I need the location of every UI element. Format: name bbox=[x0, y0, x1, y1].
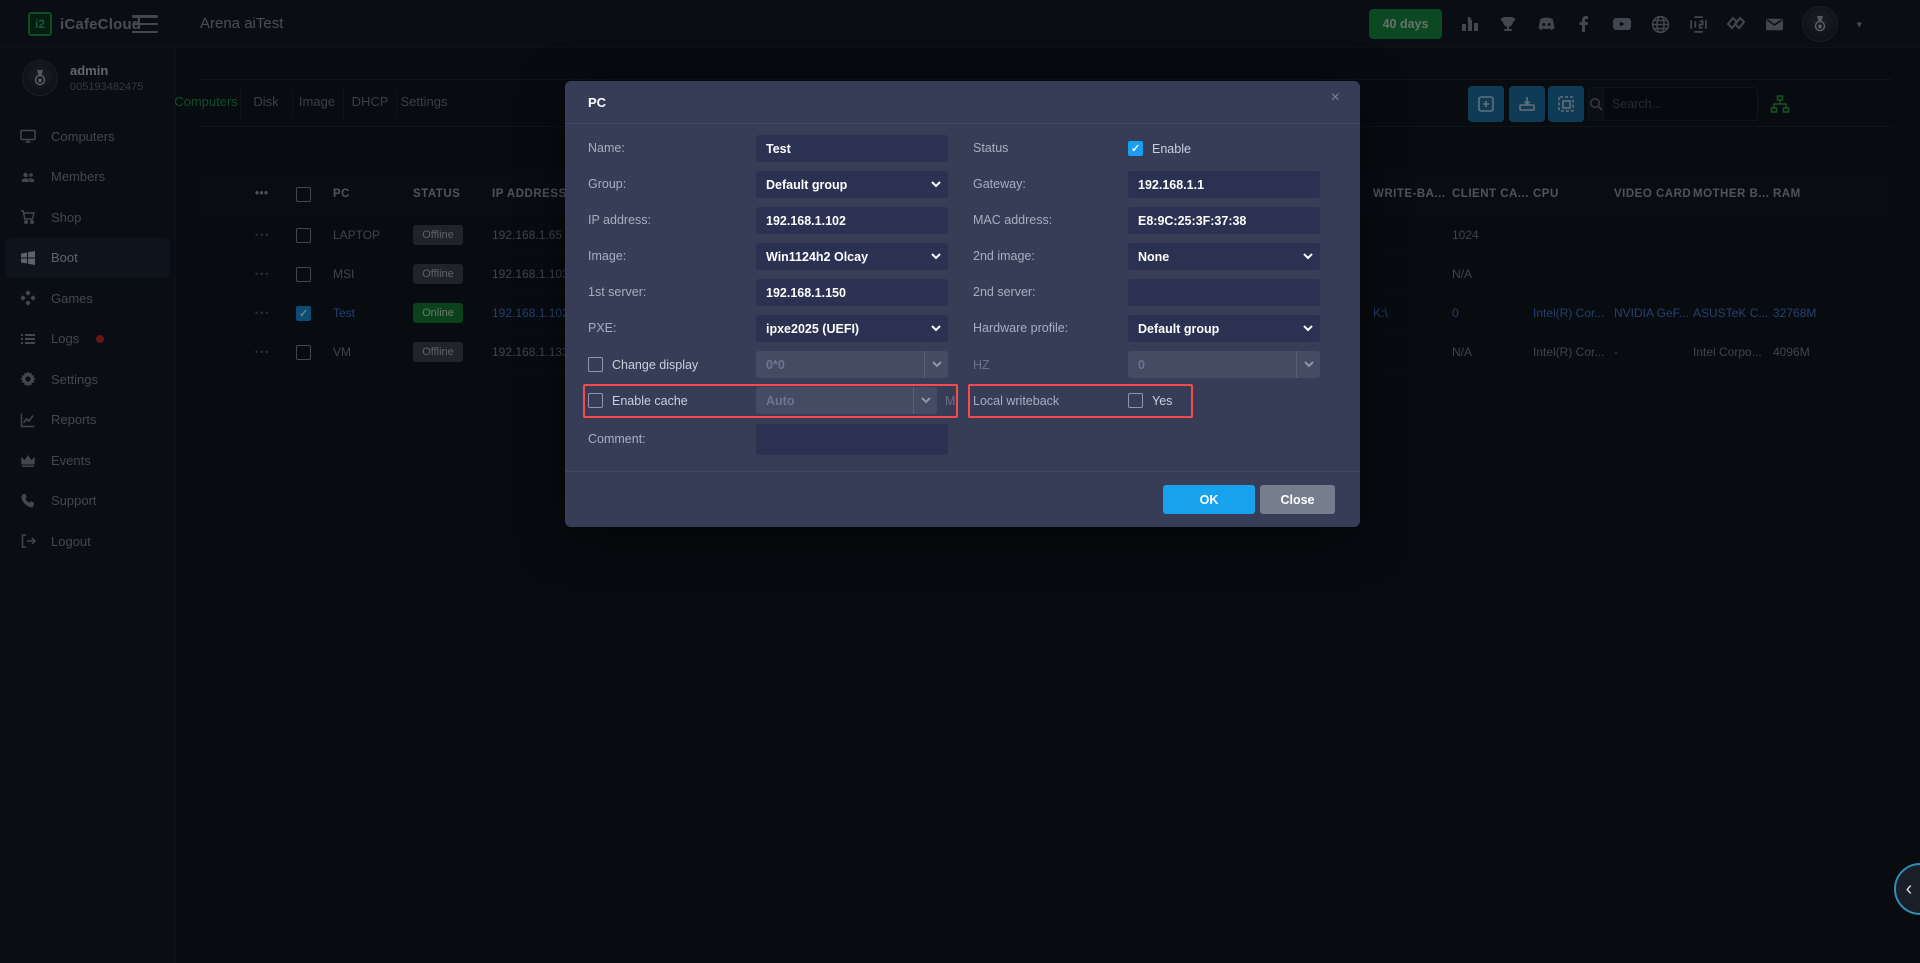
status-enable-label: Enable bbox=[1152, 142, 1191, 156]
status-enable-checkbox[interactable] bbox=[1128, 141, 1143, 156]
hz-select-disabled: 0 bbox=[1128, 351, 1320, 378]
close-icon[interactable]: × bbox=[1331, 89, 1340, 107]
pxe-select[interactable]: ipxe2025 (UEFI) bbox=[756, 315, 948, 342]
first-server-label: 1st server: bbox=[588, 285, 647, 299]
chevron-down-icon bbox=[1296, 351, 1320, 378]
ip-label: IP address: bbox=[588, 213, 652, 227]
name-input[interactable] bbox=[756, 135, 948, 162]
comment-textarea[interactable] bbox=[756, 424, 948, 455]
app-root: i2 iCafeCloud Arena aiTest 40 days ▾ adm… bbox=[0, 0, 1920, 963]
pc-edit-modal: PC × Name: Status Enable Group: Default … bbox=[565, 81, 1360, 527]
mac-label: MAC address: bbox=[973, 213, 1053, 227]
hz-label: HZ bbox=[973, 358, 990, 372]
local-writeback-label: Local writeback bbox=[973, 394, 1060, 408]
chevron-down-icon bbox=[924, 253, 948, 260]
name-label: Name: bbox=[588, 141, 625, 155]
first-server-input[interactable] bbox=[756, 279, 948, 306]
change-display-label: Change display bbox=[612, 358, 699, 372]
image-label: Image: bbox=[588, 249, 627, 263]
image-select[interactable]: Win1124h2 Olcay bbox=[756, 243, 948, 270]
second-server-label: 2nd server: bbox=[973, 285, 1036, 299]
local-writeback-yes-label: Yes bbox=[1152, 394, 1173, 408]
second-server-input[interactable] bbox=[1128, 279, 1320, 306]
ok-button[interactable]: OK bbox=[1163, 485, 1255, 514]
hardware-profile-select[interactable]: Default group bbox=[1128, 315, 1320, 342]
ip-input[interactable] bbox=[756, 207, 948, 234]
chevron-down-icon bbox=[924, 325, 948, 332]
cache-size-select-disabled: Auto bbox=[756, 387, 937, 414]
group-label: Group: bbox=[588, 177, 627, 191]
chevron-down-icon bbox=[924, 351, 948, 378]
cache-unit-suffix: M bbox=[945, 394, 956, 408]
status-label: Status bbox=[973, 141, 1009, 155]
pxe-label: PXE: bbox=[588, 321, 617, 335]
enable-cache-label: Enable cache bbox=[612, 394, 688, 408]
gateway-input[interactable] bbox=[1128, 171, 1320, 198]
second-image-select[interactable]: None bbox=[1128, 243, 1320, 270]
modal-title: PC bbox=[588, 95, 607, 110]
chevron-down-icon bbox=[924, 181, 948, 188]
mac-input[interactable] bbox=[1128, 207, 1320, 234]
hardware-profile-label: Hardware profile: bbox=[973, 321, 1069, 335]
resolution-select-disabled: 0*0 bbox=[756, 351, 948, 378]
enable-cache-checkbox[interactable] bbox=[588, 393, 603, 408]
chevron-left-icon: ‹ bbox=[1905, 877, 1913, 900]
change-display-checkbox[interactable] bbox=[588, 357, 603, 372]
local-writeback-checkbox[interactable] bbox=[1128, 393, 1143, 408]
second-image-label: 2nd image: bbox=[973, 249, 1035, 263]
group-select[interactable]: Default group bbox=[756, 171, 948, 198]
chevron-down-icon bbox=[913, 387, 937, 414]
chevron-down-icon bbox=[1296, 253, 1320, 260]
comment-label: Comment: bbox=[588, 432, 646, 446]
chevron-down-icon bbox=[1296, 325, 1320, 332]
close-button[interactable]: Close bbox=[1260, 485, 1335, 514]
gateway-label: Gateway: bbox=[973, 177, 1026, 191]
